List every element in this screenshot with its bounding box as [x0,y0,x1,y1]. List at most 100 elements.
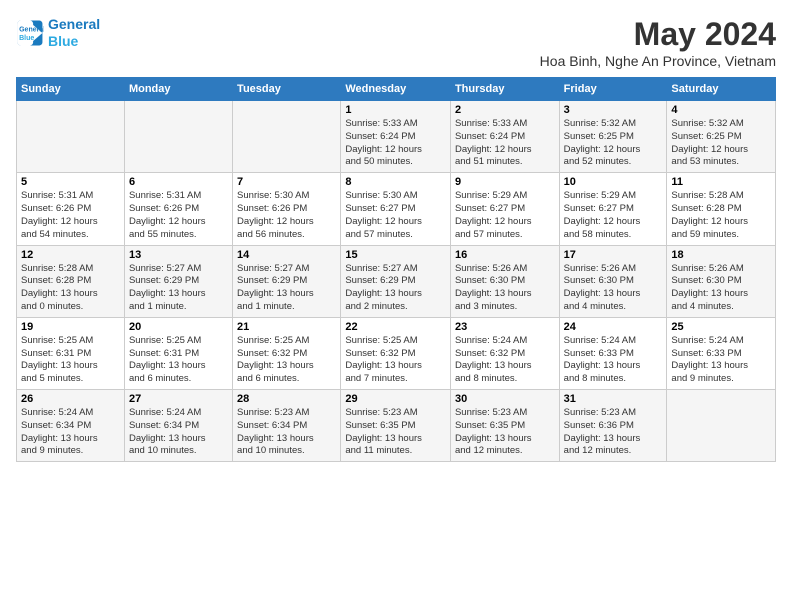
day-info: Sunrise: 5:24 AM Sunset: 6:33 PM Dayligh… [564,335,663,386]
day-info: Sunrise: 5:23 AM Sunset: 6:34 PM Dayligh… [237,407,336,458]
logo-line1: General [48,16,100,32]
day-info: Sunrise: 5:27 AM Sunset: 6:29 PM Dayligh… [129,263,228,314]
day-info: Sunrise: 5:24 AM Sunset: 6:33 PM Dayligh… [671,335,771,386]
day-number: 16 [455,249,555,261]
day-number: 18 [671,249,771,261]
svg-text:Blue: Blue [19,35,34,42]
day-info: Sunrise: 5:23 AM Sunset: 6:36 PM Dayligh… [564,407,663,458]
day-number: 12 [21,249,120,261]
week-row-1: 1Sunrise: 5:33 AM Sunset: 6:24 PM Daylig… [17,101,776,173]
calendar-cell: 11Sunrise: 5:28 AM Sunset: 6:28 PM Dayli… [667,173,776,245]
logo-icon: General Blue [16,19,44,47]
day-number: 27 [129,393,228,405]
week-row-5: 26 Sunrise: 5:24 AM Sunset: 6:34 PM Dayli… [17,390,776,462]
title-block: May 2024 Hoa Binh, Nghe An Province, Vie… [540,16,776,69]
day-info: Sunrise: 5:31 AM Sunset: 6:26 PM Dayligh… [129,190,228,241]
day-number: 9 [455,176,555,188]
day-number: 2 [455,104,555,116]
day-info: Sunrise: 5:30 AM Sunset: 6:27 PM Dayligh… [345,190,446,241]
day-number: 3 [564,104,663,116]
day-number: 31 [564,393,663,405]
calendar-cell: 10 Sunrise: 5:29 AM Sunset: 6:27 PM Dayli… [559,173,667,245]
day-number: 23 [455,321,555,333]
col-monday: Monday [124,78,232,101]
day-info: Sunrise: 5:27 AM Sunset: 6:29 PM Dayligh… [345,263,446,314]
calendar-cell: 1Sunrise: 5:33 AM Sunset: 6:24 PM Daylig… [341,101,451,173]
calendar-cell: 2 Sunrise: 5:33 AM Sunset: 6:24 PM Daylig… [450,101,559,173]
day-number: 8 [345,176,446,188]
calendar-cell [124,101,232,173]
calendar-cell: 18 Sunrise: 5:26 AM Sunset: 6:30 PM Dayli… [667,245,776,317]
day-info: Sunrise: 5:23 AM Sunset: 6:35 PM Dayligh… [345,407,446,458]
calendar-cell: 27 Sunrise: 5:24 AM Sunset: 6:34 PM Dayli… [124,390,232,462]
day-info: Sunrise: 5:26 AM Sunset: 6:30 PM Dayligh… [455,263,555,314]
col-wednesday: Wednesday [341,78,451,101]
calendar-cell: 22Sunrise: 5:25 AM Sunset: 6:32 PM Dayli… [341,317,451,389]
day-number: 17 [564,249,663,261]
calendar-cell: 19 Sunrise: 5:25 AM Sunset: 6:31 PM Dayli… [17,317,125,389]
calendar-cell: 24 Sunrise: 5:24 AM Sunset: 6:33 PM Dayli… [559,317,667,389]
calendar-cell: 26 Sunrise: 5:24 AM Sunset: 6:34 PM Dayli… [17,390,125,462]
day-info: Sunrise: 5:29 AM Sunset: 6:27 PM Dayligh… [564,190,663,241]
header: General Blue General Blue May 2024 Hoa B… [16,16,776,69]
day-info: Sunrise: 5:24 AM Sunset: 6:32 PM Dayligh… [455,335,555,386]
calendar-cell: 16 Sunrise: 5:26 AM Sunset: 6:30 PM Dayli… [450,245,559,317]
calendar-cell: 5 Sunrise: 5:31 AM Sunset: 6:26 PM Daylig… [17,173,125,245]
day-info: Sunrise: 5:25 AM Sunset: 6:32 PM Dayligh… [345,335,446,386]
day-number: 21 [237,321,336,333]
day-number: 15 [345,249,446,261]
week-row-2: 5 Sunrise: 5:31 AM Sunset: 6:26 PM Daylig… [17,173,776,245]
col-thursday: Thursday [450,78,559,101]
calendar-cell [17,101,125,173]
calendar-cell: 6Sunrise: 5:31 AM Sunset: 6:26 PM Daylig… [124,173,232,245]
svg-text:General: General [19,26,44,33]
logo-text: General Blue [48,16,100,50]
day-number: 7 [237,176,336,188]
day-number: 28 [237,393,336,405]
day-number: 11 [671,176,771,188]
day-number: 19 [21,321,120,333]
calendar-cell: 7Sunrise: 5:30 AM Sunset: 6:26 PM Daylig… [233,173,341,245]
calendar-cell [233,101,341,173]
day-info: Sunrise: 5:24 AM Sunset: 6:34 PM Dayligh… [129,407,228,458]
subtitle: Hoa Binh, Nghe An Province, Vietnam [540,53,776,69]
day-info: Sunrise: 5:33 AM Sunset: 6:24 PM Dayligh… [455,118,555,169]
calendar-cell: 8 Sunrise: 5:30 AM Sunset: 6:27 PM Daylig… [341,173,451,245]
main-title: May 2024 [540,16,776,53]
calendar-cell: 4 Sunrise: 5:32 AM Sunset: 6:25 PM Daylig… [667,101,776,173]
calendar-cell: 23 Sunrise: 5:24 AM Sunset: 6:32 PM Dayli… [450,317,559,389]
day-number: 20 [129,321,228,333]
day-info: Sunrise: 5:29 AM Sunset: 6:27 PM Dayligh… [455,190,555,241]
day-info: Sunrise: 5:32 AM Sunset: 6:25 PM Dayligh… [564,118,663,169]
day-number: 10 [564,176,663,188]
calendar-cell: 3 Sunrise: 5:32 AM Sunset: 6:25 PM Daylig… [559,101,667,173]
calendar-cell: 21 Sunrise: 5:25 AM Sunset: 6:32 PM Dayli… [233,317,341,389]
calendar-cell: 17 Sunrise: 5:26 AM Sunset: 6:30 PM Dayli… [559,245,667,317]
day-info: Sunrise: 5:25 AM Sunset: 6:32 PM Dayligh… [237,335,336,386]
day-number: 26 [21,393,120,405]
calendar-cell [667,390,776,462]
calendar-cell: 30 Sunrise: 5:23 AM Sunset: 6:35 PM Dayli… [450,390,559,462]
logo-line2: Blue [48,33,78,49]
day-info: Sunrise: 5:33 AM Sunset: 6:24 PM Dayligh… [345,118,446,169]
col-friday: Friday [559,78,667,101]
day-info: Sunrise: 5:25 AM Sunset: 6:31 PM Dayligh… [21,335,120,386]
day-info: Sunrise: 5:32 AM Sunset: 6:25 PM Dayligh… [671,118,771,169]
day-info: Sunrise: 5:23 AM Sunset: 6:35 PM Dayligh… [455,407,555,458]
day-info: Sunrise: 5:26 AM Sunset: 6:30 PM Dayligh… [671,263,771,314]
day-number: 4 [671,104,771,116]
calendar-cell: 13 Sunrise: 5:27 AM Sunset: 6:29 PM Dayli… [124,245,232,317]
day-info: Sunrise: 5:27 AM Sunset: 6:29 PM Dayligh… [237,263,336,314]
day-info: Sunrise: 5:26 AM Sunset: 6:30 PM Dayligh… [564,263,663,314]
calendar-cell: 14 Sunrise: 5:27 AM Sunset: 6:29 PM Dayli… [233,245,341,317]
day-number: 13 [129,249,228,261]
day-info: Sunrise: 5:31 AM Sunset: 6:26 PM Dayligh… [21,190,120,241]
calendar-cell: 9 Sunrise: 5:29 AM Sunset: 6:27 PM Daylig… [450,173,559,245]
calendar-cell: 15 Sunrise: 5:27 AM Sunset: 6:29 PM Dayli… [341,245,451,317]
day-number: 30 [455,393,555,405]
day-number: 5 [21,176,120,188]
day-number: 24 [564,321,663,333]
day-info: Sunrise: 5:24 AM Sunset: 6:34 PM Dayligh… [21,407,120,458]
day-number: 14 [237,249,336,261]
header-row: Sunday Monday Tuesday Wednesday Thursday… [17,78,776,101]
